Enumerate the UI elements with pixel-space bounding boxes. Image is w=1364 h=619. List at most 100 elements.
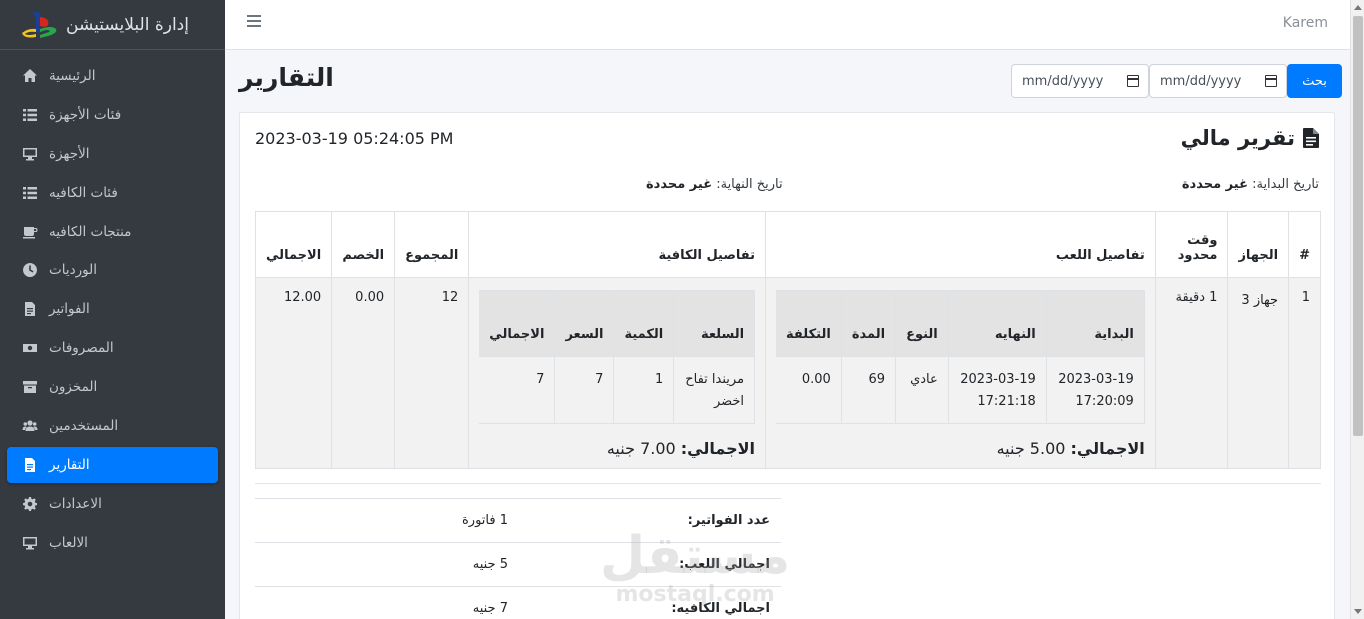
game-total-label: الاجمالي: [1070, 439, 1145, 458]
brand[interactable]: إدارة البلايستيشن [0, 0, 225, 50]
cell-discount: 0.00 [331, 277, 396, 469]
table-row: 1 جهاز 3 1 دقيقة البداية النهايه النوع ا… [254, 277, 1321, 469]
sidebar-item-label: فئات الكافيه [49, 184, 118, 201]
report-card: تقرير مالي 2023-03-19 05:24:05 PM تاريخ … [239, 112, 1335, 619]
report-title: تقرير مالي [1181, 126, 1319, 150]
sidebar-item[interactable]: المصروفات [7, 330, 218, 366]
cell-number: 1 [1288, 277, 1321, 469]
col-time: وقت محدود [1154, 211, 1229, 278]
game-cost: 0.00 [776, 356, 842, 424]
sidebar-item[interactable]: فئات الكافيه [7, 175, 218, 211]
gear-icon [21, 496, 39, 512]
summary-value: 5 جنيه [255, 542, 519, 587]
cell-sum: 12 [394, 277, 470, 469]
end-date-value: غير محددة [646, 177, 713, 192]
sidebar-item[interactable]: فئات الأجهزة [7, 97, 218, 133]
date-to-input[interactable]: mm/dd/yyyy [1149, 64, 1287, 98]
col-cafe-details: تفاصيل الكافية [468, 211, 767, 278]
game-details-table: البداية النهايه النوع المدة التكلفة 2023… [776, 290, 1145, 424]
scroll-down-icon[interactable] [1354, 609, 1362, 614]
box-icon [21, 379, 39, 395]
col-game-details: تفاصيل اللعب [765, 211, 1156, 278]
users-icon [21, 418, 39, 434]
calendar-icon[interactable] [1127, 75, 1139, 87]
cell-time: 1 دقيقة [1154, 277, 1229, 469]
sidebar-item-label: المستخدمين [49, 418, 119, 435]
sidebar-item-label: الفواتير [49, 301, 90, 318]
search-button[interactable]: بحث [1287, 64, 1342, 98]
col-sum: المجموع [394, 211, 470, 278]
date-from-placeholder: mm/dd/yyyy [1022, 73, 1104, 89]
sidebar-item-label: منتجات الكافيه [49, 223, 132, 240]
sidebar-item[interactable]: الورديات [7, 252, 218, 288]
sidebar-item[interactable]: منتجات الكافيه [7, 214, 218, 250]
list-icon [21, 107, 39, 123]
game-row: 2023-03-19 17:20:09 2023-03-19 17:21:18 … [776, 356, 1145, 424]
calendar-icon[interactable] [1265, 75, 1277, 87]
cafe-col-qty: الكمية [613, 290, 675, 357]
start-date-info: تاريخ البداية: غير محددة [1182, 177, 1319, 192]
summary-label: اجمالي اللعب: [519, 542, 781, 587]
game-type: عادي [895, 356, 949, 424]
cell-total: 12.00 [254, 277, 333, 469]
invoice-icon [21, 301, 39, 317]
user-name[interactable]: Karem [1283, 15, 1328, 31]
desktop-icon [21, 146, 39, 162]
cafe-total-value: 7.00 جنيه [606, 439, 676, 458]
game-col-end: النهايه [947, 290, 1047, 357]
cafe-row: مريندا تفاح اخضر 1 7 7 [479, 356, 756, 424]
summary-row: اجمالي اللعب: 5 جنيه [255, 542, 781, 587]
cafe-qty: 1 [613, 356, 675, 424]
summary-value: 1 فاتورة [255, 498, 519, 543]
sidebar-item[interactable]: الرئيسية [7, 58, 218, 94]
playstation-logo-icon [20, 9, 58, 41]
section-divider [255, 483, 1321, 484]
page-scrollbar[interactable] [1350, 0, 1364, 619]
game-total: الاجمالي: 5.00 جنيه [776, 439, 1145, 458]
col-discount: الخصم [331, 211, 396, 278]
sidebar-item[interactable]: الالعاب [7, 525, 218, 561]
clock-icon [21, 262, 39, 278]
brand-title: إدارة البلايستيشن [66, 14, 189, 35]
sidebar-item[interactable]: التقارير [7, 446, 218, 483]
game-start: 2023-03-19 17:20:09 [1045, 356, 1145, 424]
desktop-icon [21, 535, 39, 551]
date-from-input[interactable]: mm/dd/yyyy [1011, 64, 1149, 98]
sidebar-item-label: الرئيسية [49, 68, 96, 84]
home-icon [21, 68, 39, 84]
game-col-duration: المدة [840, 290, 897, 357]
sidebar-item[interactable]: الأجهزة [7, 136, 218, 172]
game-header-row: البداية النهايه النوع المدة التكلفة [776, 290, 1145, 357]
sidebar-item[interactable]: المستخدمين [7, 408, 218, 444]
cafe-total: 7 [479, 356, 556, 424]
sidebar: إدارة البلايستيشن الرئيسية فئات الأجهزة ال… [0, 0, 225, 619]
cell-device: جهاز 3 [1227, 277, 1290, 469]
cafe-total-label: الاجمالي: [680, 439, 756, 458]
summary-table: عدد الفواتير: 1 فاتورة اجمالي اللعب: 5 ج… [255, 498, 781, 619]
end-date-info: تاريخ النهاية: غير محددة [646, 177, 783, 192]
report-title-text: تقرير مالي [1180, 126, 1295, 150]
sidebar-item[interactable]: الاعدادات [7, 486, 218, 522]
sidebar-item[interactable]: المخزون [7, 369, 218, 405]
menu-toggle-icon[interactable] [247, 15, 261, 29]
sidebar-item-label: فئات الأجهزة [49, 106, 122, 123]
table-header-row: # الجهاز وقت محدود تفاصيل اللعب تفاصيل ا… [254, 211, 1321, 278]
report-timestamp: 2023-03-19 05:24:05 PM [255, 129, 454, 148]
sidebar-item[interactable]: الفواتير [7, 291, 218, 327]
sidebar-item-label: المخزون [49, 379, 98, 396]
cafe-header-row: السلعة الكمية السعر الاجمالي [479, 290, 756, 357]
start-date-value: غير محددة [1181, 177, 1248, 192]
sidebar-item-label: المصروفات [49, 340, 114, 357]
game-col-start: البداية [1045, 290, 1145, 357]
coffee-icon [21, 224, 39, 240]
date-to-placeholder: mm/dd/yyyy [1160, 73, 1242, 89]
scroll-thumb[interactable] [1353, 16, 1363, 436]
cafe-col-item: السلعة [673, 290, 756, 357]
cafe-col-total: الاجمالي [479, 290, 556, 357]
start-date-label: تاريخ البداية: [1252, 177, 1319, 192]
col-total: الاجمالي [254, 211, 333, 278]
scroll-up-icon[interactable] [1354, 5, 1362, 10]
end-date-label: تاريخ النهاية: [716, 177, 783, 192]
page-title: التقارير [239, 63, 334, 92]
sidebar-item-label: التقارير [49, 456, 90, 473]
